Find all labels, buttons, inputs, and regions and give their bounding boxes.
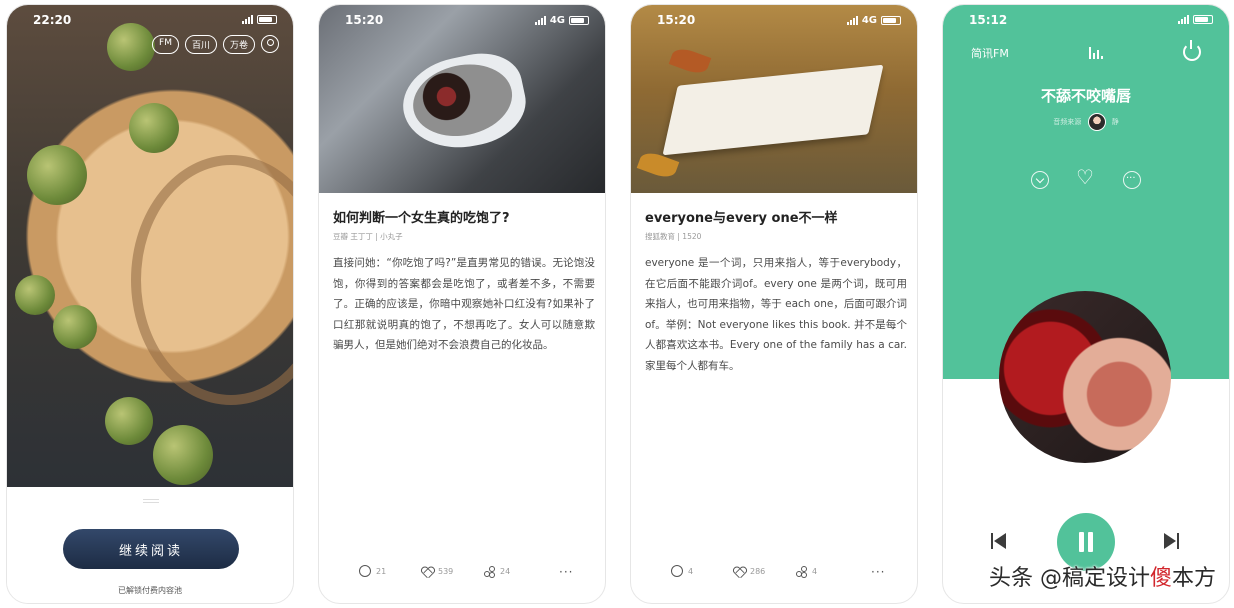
leaf — [668, 45, 712, 77]
status-icons: 4G — [534, 15, 589, 26]
power-icon[interactable] — [1183, 40, 1201, 61]
comment-icon — [671, 565, 683, 577]
article-hero-image — [319, 5, 605, 193]
status-time: 15:12 — [969, 13, 1008, 27]
download-icon[interactable] — [1031, 171, 1049, 189]
article-actions: 21 539 24 ··· — [319, 565, 605, 589]
watermark-suffix: 本方 — [1171, 566, 1216, 591]
comment-button[interactable]: 21 — [359, 565, 386, 577]
comment-button[interactable]: 4 — [671, 565, 693, 577]
share-count: 24 — [500, 566, 511, 576]
article-meta: 搜狐教育 | 1520 — [645, 232, 702, 241]
article-title: everyone与every one不一样 — [645, 211, 838, 226]
pie — [131, 155, 293, 405]
track-title: 不舔不咬嘴唇 — [1040, 87, 1131, 105]
source-label: 音频来源 — [1053, 118, 1082, 126]
comment-icon — [359, 565, 371, 577]
host-avatar[interactable] — [1087, 113, 1106, 131]
cover-photo — [7, 5, 293, 487]
comment-count: 4 — [688, 566, 694, 576]
battery-icon — [569, 16, 589, 25]
track-source: 音频来源 静 — [943, 113, 1229, 131]
status-icons — [242, 15, 277, 24]
share-button[interactable]: 4 — [795, 565, 817, 577]
status-time: 15:20 — [657, 13, 696, 27]
signal-icon — [534, 16, 546, 25]
album-art — [999, 291, 1171, 463]
watermark-highlight: 傻 — [1149, 566, 1172, 591]
wanjuan-button[interactable]: 万卷 — [222, 35, 255, 54]
article-title: 如何判断一个女生真的吃饱了? — [333, 211, 510, 226]
favorite-icon[interactable] — [1076, 165, 1095, 189]
previous-track-icon[interactable] — [991, 533, 1007, 549]
share-count: 4 — [812, 566, 818, 576]
article-meta: 豆瓣 王丁丁 | 小丸子 — [333, 232, 403, 241]
battery-icon — [257, 15, 277, 24]
status-icons: 4G — [846, 15, 901, 26]
phone-fm-player: 15:12 简讯FM 不舔不咬嘴唇 音频来源 静 — [942, 4, 1230, 604]
share-icon — [795, 565, 807, 577]
next-track-icon[interactable] — [1163, 533, 1179, 549]
like-count: 286 — [750, 566, 766, 576]
status-time: 22:20 — [33, 13, 72, 27]
continue-reading-button[interactable]: 继续阅读 — [63, 529, 239, 569]
top-nav: FM 百川 万卷 — [152, 35, 279, 54]
signal-icon — [242, 15, 253, 24]
drag-handle-icon[interactable] — [143, 499, 159, 503]
watermark-prefix: 头条 @稿定设计 — [988, 566, 1150, 591]
battery-icon — [881, 16, 901, 25]
status-time: 15:20 — [345, 13, 384, 27]
more-button[interactable]: ··· — [559, 565, 573, 579]
signal-icon — [1178, 15, 1189, 24]
player-actions — [943, 165, 1229, 189]
share-button[interactable]: 24 — [483, 565, 510, 577]
apple — [53, 305, 97, 349]
like-button[interactable]: 286 — [733, 565, 765, 577]
host-name: 静 — [1111, 118, 1119, 126]
apple — [153, 425, 213, 485]
heart-icon — [733, 565, 745, 577]
unlock-note: 已解锁付费内容池 — [118, 586, 182, 595]
equalizer-icon[interactable] — [1089, 47, 1103, 59]
status-bar: 15:20 4G — [319, 13, 605, 31]
like-button[interactable]: 539 — [421, 565, 453, 577]
status-bar: 22:20 — [7, 13, 293, 31]
signal-icon — [846, 16, 858, 25]
baichuan-button[interactable]: 百川 — [184, 35, 217, 54]
reader-footer: 继续阅读 已解锁付费内容池 — [7, 487, 293, 603]
apple — [27, 145, 87, 205]
apple — [15, 275, 55, 315]
article-hero-image — [631, 5, 917, 193]
heart-icon — [421, 565, 433, 577]
network-label: 4G — [861, 15, 877, 26]
profile-icon[interactable] — [261, 35, 279, 53]
status-bar: 15:20 4G — [631, 13, 917, 31]
more-button[interactable]: ··· — [871, 565, 885, 579]
status-icons — [1178, 15, 1213, 24]
apple — [105, 397, 153, 445]
phone-article-2: 15:20 4G everyone与every one不一样 搜狐教育 | 15… — [630, 4, 918, 604]
watermark: 头条 @稿定设计傻本方 — [989, 560, 1216, 592]
status-bar: 15:12 — [943, 13, 1229, 31]
open-book — [662, 64, 884, 156]
battery-icon — [1193, 15, 1213, 24]
phone-article-1: 15:20 4G 如何判断一个女生真的吃饱了? 豆瓣 王丁丁 | 小丸子 直接问… — [318, 4, 606, 604]
like-count: 539 — [438, 566, 454, 576]
apple — [129, 103, 179, 153]
article-actions: 4 286 4 ··· — [631, 565, 917, 589]
fm-brand: 简讯FM — [971, 47, 1009, 60]
comment-count: 21 — [376, 566, 387, 576]
article-body: 直接问她：“你吃饱了吗?”是直男常见的错误。无论饱没饱，你得到的答案都会是吃饱了… — [333, 257, 595, 351]
more-icon[interactable] — [1123, 171, 1141, 189]
share-icon — [483, 565, 495, 577]
fm-button[interactable]: FM — [152, 35, 179, 54]
car-mirror — [394, 45, 534, 159]
article-body: everyone 是一个词，只用来指人，等于everybody，在它后面不能跟介… — [645, 257, 907, 372]
phone-reader-home: 22:20 FM 百川 万卷 继续阅读 已解锁付费内容池 — [6, 4, 294, 604]
network-label: 4G — [549, 15, 565, 26]
